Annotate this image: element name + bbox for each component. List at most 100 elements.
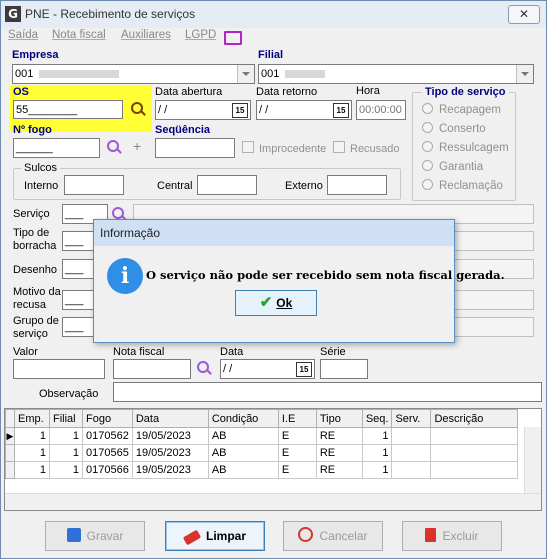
- sequencia-input[interactable]: [155, 138, 235, 158]
- cell-filial: 1: [49, 444, 83, 462]
- table-row[interactable]: 1 1 0170566 19/05/2023 AB E RE 1: [5, 461, 519, 479]
- radio-ressulcagem[interactable]: Ressulcagem: [422, 141, 509, 154]
- data-input[interactable]: / / 15: [220, 359, 315, 379]
- cell-fogo: 0170565: [82, 444, 133, 462]
- os-label: OS: [13, 86, 29, 98]
- dialog-title: Informação: [100, 226, 161, 240]
- radio-conserto[interactable]: Conserto: [422, 122, 486, 135]
- valor-input[interactable]: [13, 359, 105, 379]
- chevron-down-icon[interactable]: [516, 65, 533, 83]
- vertical-scrollbar[interactable]: [524, 427, 541, 495]
- limpar-button[interactable]: Limpar: [165, 521, 265, 551]
- tipo-borracha-description: [453, 231, 534, 251]
- horizontal-scrollbar[interactable]: [5, 493, 541, 510]
- column-header[interactable]: Emp.: [14, 409, 50, 428]
- central-input[interactable]: [197, 175, 257, 195]
- cell-condicao: AB: [207, 427, 279, 445]
- monitor-icon[interactable]: [224, 31, 242, 45]
- eraser-icon: [182, 529, 202, 546]
- data-retorno-value: / /: [259, 104, 269, 116]
- title-bar: G PNE - Recebimento de serviços ✕: [1, 1, 546, 28]
- search-icon[interactable]: [197, 361, 212, 375]
- data-abertura-input[interactable]: / / 15: [155, 100, 251, 120]
- chevron-down-icon[interactable]: [237, 65, 254, 83]
- radio-garantia[interactable]: Garantia: [422, 160, 483, 173]
- table-row[interactable]: 1 1 0170565 19/05/2023 AB E RE 1: [5, 444, 519, 462]
- column-header[interactable]: Serv.: [391, 409, 432, 428]
- recusado-checkbox[interactable]: Recusado: [333, 141, 400, 155]
- gravar-button[interactable]: Gravar: [45, 521, 145, 551]
- empresa-combo[interactable]: 001: [12, 64, 255, 84]
- column-header[interactable]: Data: [131, 409, 209, 428]
- desenho-label: Desenho: [13, 264, 58, 276]
- cell-emp: 1: [14, 461, 50, 479]
- cell-data: 19/05/2023: [131, 427, 209, 445]
- ok-button[interactable]: ✔ Ok: [235, 290, 317, 316]
- table-row[interactable]: ▶ 1 1 0170562 19/05/2023 AB E RE 1: [5, 427, 519, 445]
- menu-saida[interactable]: Saída: [8, 29, 38, 41]
- search-icon[interactable]: [107, 140, 122, 154]
- cell-data: 19/05/2023: [131, 444, 209, 462]
- cell-tipo: RE: [315, 427, 363, 445]
- gravar-label: Gravar: [86, 529, 124, 543]
- cell-ie: E: [277, 461, 317, 479]
- improcedente-label: Improcedente: [259, 143, 327, 155]
- nfogo-input[interactable]: ______: [13, 138, 100, 158]
- plus-icon[interactable]: +: [133, 138, 141, 154]
- nota-fiscal-input[interactable]: [113, 359, 191, 379]
- data-retorno-input[interactable]: / / 15: [256, 100, 352, 120]
- radio-recapagem[interactable]: Recapagem: [422, 103, 501, 116]
- filial-combo[interactable]: 001: [258, 64, 534, 84]
- column-header[interactable]: Filial: [49, 409, 83, 428]
- save-icon: [66, 528, 81, 542]
- cell-filial: 1: [49, 427, 83, 445]
- search-icon[interactable]: [131, 102, 146, 116]
- interno-label: Interno: [24, 180, 59, 192]
- externo-input[interactable]: [327, 175, 387, 195]
- cell-serv: [391, 427, 432, 445]
- sequencia-label: Seqüência: [155, 124, 211, 136]
- cancelar-button[interactable]: Cancelar: [283, 521, 383, 551]
- dialog-title-bar: Informação: [94, 220, 454, 246]
- calendar-icon[interactable]: 15: [296, 362, 312, 377]
- cell-fogo: 0170562: [82, 427, 133, 445]
- column-header[interactable]: Seq.: [361, 409, 393, 428]
- interno-input[interactable]: [64, 175, 124, 195]
- cell-seq: 1: [361, 444, 393, 462]
- data-retorno-label: Data retorno: [256, 86, 318, 98]
- column-header[interactable]: I.E: [277, 409, 317, 428]
- window-title: PNE - Recebimento de serviços: [25, 7, 196, 21]
- filial-value: 001: [261, 68, 280, 80]
- close-button[interactable]: ✕: [508, 5, 540, 24]
- row-indicator-header: [5, 409, 15, 428]
- cell-data: 19/05/2023: [131, 461, 209, 479]
- column-header[interactable]: Descrição: [430, 409, 519, 428]
- improcedente-checkbox[interactable]: Improcedente: [242, 141, 326, 155]
- cell-tipo: RE: [315, 444, 363, 462]
- radio-label: Reclamação: [439, 180, 503, 192]
- column-header[interactable]: Fogo: [82, 409, 133, 428]
- serie-input[interactable]: [320, 359, 368, 379]
- redacted-text: [39, 70, 120, 79]
- empresa-value: 001: [15, 68, 34, 80]
- menu-nota-fiscal[interactable]: Nota fiscal: [52, 29, 106, 41]
- calendar-icon[interactable]: 15: [232, 103, 248, 118]
- menu-auxiliares[interactable]: Auxiliares: [121, 29, 171, 41]
- excluir-button[interactable]: Excluir: [402, 521, 502, 551]
- info-icon: i: [107, 258, 143, 294]
- calendar-icon[interactable]: 15: [333, 103, 349, 118]
- os-input[interactable]: 55________: [13, 100, 123, 119]
- column-header[interactable]: Condição: [207, 409, 279, 428]
- ok-label: Ok: [276, 296, 293, 310]
- radio-reclamacao[interactable]: Reclamação: [422, 179, 503, 192]
- menu-lgpd[interactable]: LGPD: [185, 29, 216, 41]
- cell-emp: 1: [14, 427, 50, 445]
- column-header[interactable]: Tipo: [315, 409, 363, 428]
- radio-label: Ressulcagem: [439, 142, 509, 154]
- observacao-input[interactable]: [113, 382, 542, 402]
- hora-input[interactable]: 00:00:00: [356, 100, 406, 120]
- cell-serv: [391, 461, 432, 479]
- nota-fiscal-label: Nota fiscal: [113, 346, 165, 358]
- motivo-description: [453, 290, 534, 310]
- cell-condicao: AB: [207, 461, 279, 479]
